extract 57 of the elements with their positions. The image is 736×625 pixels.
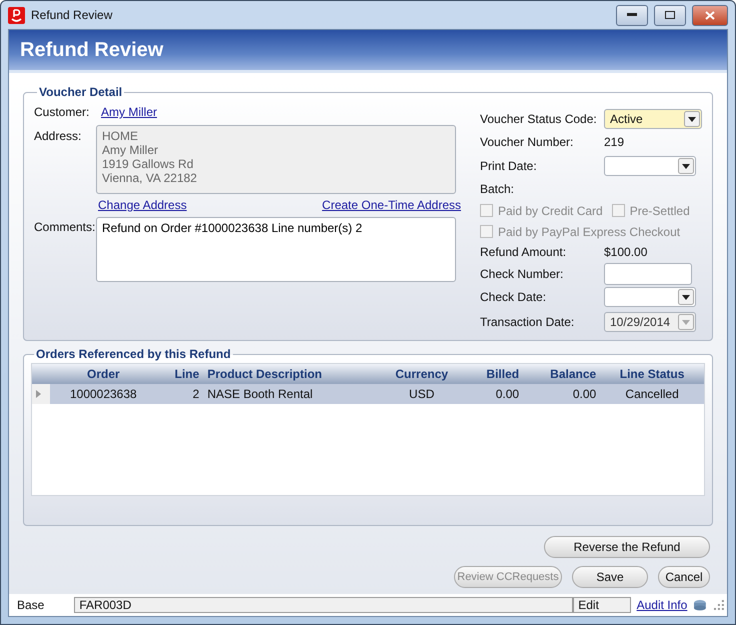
action-button[interactable]: Cancel [658,566,710,588]
audit-info-link[interactable]: Audit Info [636,598,688,612]
column-header: Order [50,364,157,384]
customer-link[interactable]: Amy Miller [101,105,157,119]
page-title: Refund Review [20,38,164,62]
table-cell: NASE Booth Rental [203,384,378,404]
comments-field[interactable]: Refund on Order #1000023638 Line number(s) 2 [96,217,456,282]
table-cell: 1000023638 [50,384,157,404]
maximize-icon [665,11,675,19]
table-cell: 0.00 [465,384,524,404]
field-label: Refund Amount: [480,245,568,259]
column-header: Balance [523,364,600,384]
table-cell: USD [378,384,466,404]
field-label: Comments: [34,220,96,234]
status-label: Base [17,598,46,612]
column-header: Line Status [600,364,704,384]
field-value: 219 [604,135,624,149]
table-cell: Cancelled [600,384,704,404]
field-label: Voucher Status Code: [480,112,598,126]
section-title: Orders Referenced by this Refund [35,347,232,361]
section-title: Voucher Detail [38,85,124,99]
minimize-button[interactable] [616,4,648,26]
input-field[interactable] [604,262,692,284]
dropdown-field[interactable]: Active [604,108,702,128]
window-title: Refund Review [31,8,114,22]
dropdown-field[interactable] [604,287,696,307]
close-icon [705,10,715,20]
action-button[interactable]: Save [572,566,648,588]
field-label: Transaction Date: [480,315,576,329]
row-pointer-icon [36,390,41,398]
status-mode: Edit [573,597,631,613]
field-label: Check Number: [480,266,564,280]
database-icon [693,599,708,611]
minimize-icon [627,13,637,17]
field-label: Address: [34,129,82,143]
status-code: FAR003D [74,597,574,613]
column-header: Product Description [203,364,378,384]
table-cell: 0.00 [523,384,600,404]
resize-grip-icon [713,599,725,611]
address-link[interactable]: Change Address [98,198,187,212]
column-header: Currency [378,364,466,384]
app-logo-icon [8,6,25,24]
field-label: Customer: [34,105,90,119]
close-button[interactable] [692,4,728,26]
column-header: Billed [465,364,524,384]
column-header: Line [156,364,204,384]
field-value: $100.00 [604,245,648,259]
reverse-button[interactable]: Reverse the Refund [544,536,710,558]
address-link[interactable]: Create One-Time Address [322,198,461,212]
field-label: Voucher Number: [480,135,574,149]
maximize-button[interactable] [654,4,686,26]
field-label: Check Date: [480,290,548,304]
field-label: Batch: [480,182,516,196]
field-label: Print Date: [480,159,538,173]
table-cell: 2 [156,384,204,404]
dropdown-field[interactable] [604,156,696,176]
address-box: HOME Amy Miller 1919 Gallows Rd Vienna, VA 22182 [96,125,456,194]
